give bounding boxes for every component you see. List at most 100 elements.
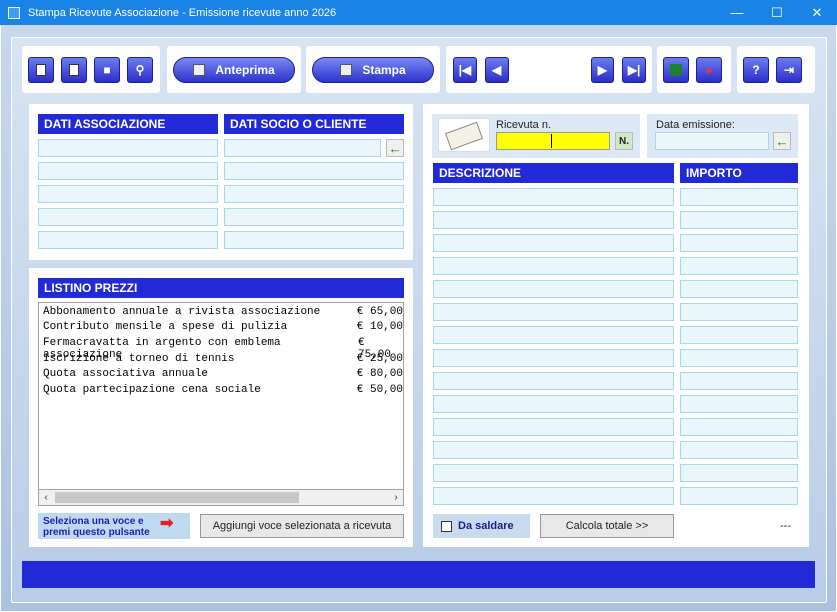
- list-item[interactable]: Quota partecipazione cena sociale € 50,00: [43, 384, 403, 399]
- list-item[interactable]: Contributo mensile a spese di pulizia € 1…: [43, 321, 403, 336]
- association-field[interactable]: [38, 139, 218, 157]
- new-icon[interactable]: [28, 56, 54, 83]
- to-pay-label: Da saldare: [458, 520, 514, 532]
- scroll-right-icon[interactable]: ›: [389, 490, 403, 505]
- next-record-icon[interactable]: ▶: [590, 56, 615, 83]
- hint-box: Seleziona una voce e premi questo pulsan…: [38, 513, 190, 539]
- description-field[interactable]: [433, 464, 674, 482]
- window-title: Stampa Ricevute Associazione - Emissione…: [28, 6, 337, 19]
- description-field[interactable]: [433, 257, 674, 275]
- excel-icon[interactable]: [663, 56, 689, 83]
- preview-button[interactable]: Anteprima: [173, 56, 295, 83]
- add-item-button[interactable]: Aggiungi voce selezionata a ricevuta: [200, 514, 404, 538]
- horizontal-scrollbar[interactable]: ‹ ›: [38, 489, 404, 506]
- to-pay-checkbox[interactable]: [441, 520, 452, 532]
- next-number-icon[interactable]: N.: [615, 132, 633, 150]
- scrollbar-thumb[interactable]: [55, 492, 299, 503]
- amount-field[interactable]: [680, 303, 798, 321]
- export-toolbar: ●: [657, 46, 731, 93]
- price-list-header: LISTINO PREZZI: [38, 278, 404, 298]
- member-field[interactable]: [224, 162, 404, 180]
- scroll-left-icon[interactable]: ‹: [39, 490, 53, 505]
- status-bar: [22, 561, 815, 588]
- text-cursor: [551, 134, 552, 148]
- nav-toolbar: |◀ ◀ ▶ ▶|: [446, 46, 652, 93]
- member-header: DATI SOCIO O CLIENTE: [224, 114, 404, 134]
- print-button[interactable]: Stampa: [312, 56, 434, 83]
- description-field[interactable]: [433, 234, 674, 252]
- save-icon[interactable]: ■: [94, 56, 120, 83]
- amount-header: IMPORTO: [680, 163, 798, 183]
- description-field[interactable]: [433, 487, 674, 505]
- tools-icon[interactable]: ●: [696, 56, 722, 83]
- description-field[interactable]: [433, 211, 674, 229]
- title-bar: Stampa Ricevute Associazione - Emissione…: [0, 0, 837, 25]
- to-pay-box: Da saldare: [433, 514, 530, 538]
- member-lookup-arrow-icon[interactable]: ←: [386, 139, 404, 157]
- exit-icon[interactable]: ⇥: [776, 56, 802, 83]
- receipt-number-label: Ricevuta n.: [496, 119, 552, 131]
- total-value: ---: [780, 520, 791, 532]
- member-field[interactable]: [224, 185, 404, 203]
- association-field[interactable]: [38, 231, 218, 249]
- receipt-number-input[interactable]: [496, 132, 610, 150]
- last-record-icon[interactable]: ▶|: [622, 56, 646, 83]
- member-field[interactable]: [224, 231, 404, 249]
- close-button[interactable]: ✕: [797, 0, 837, 25]
- amount-field[interactable]: [680, 464, 798, 482]
- maximize-button[interactable]: ☐: [757, 0, 797, 25]
- copy-icon[interactable]: [61, 56, 87, 83]
- help-toolbar: ? ⇥: [737, 46, 815, 93]
- price-list[interactable]: Abbonamento annuale a rivista associazio…: [38, 302, 404, 506]
- list-item[interactable]: Iscrizione a torneo di tennis € 25,00: [43, 353, 403, 368]
- amount-field[interactable]: [680, 257, 798, 275]
- amount-field[interactable]: [680, 188, 798, 206]
- amount-field[interactable]: [680, 280, 798, 298]
- app-icon: [8, 6, 20, 19]
- description-header: DESCRIZIONE: [433, 163, 674, 183]
- arrow-right-icon: ➡: [160, 515, 174, 532]
- description-field[interactable]: [433, 280, 674, 298]
- printer-icon: [340, 63, 353, 76]
- amount-field[interactable]: [680, 211, 798, 229]
- preview-group: Anteprima: [167, 46, 301, 93]
- amount-field[interactable]: [680, 234, 798, 252]
- member-field[interactable]: [224, 139, 381, 157]
- amount-field[interactable]: [680, 418, 798, 436]
- preview-icon: [193, 63, 206, 76]
- association-field[interactable]: [38, 162, 218, 180]
- help-icon[interactable]: ?: [743, 56, 769, 83]
- association-header: DATI ASSOCIAZIONE: [38, 114, 218, 134]
- description-field[interactable]: [433, 372, 674, 390]
- association-field[interactable]: [38, 208, 218, 226]
- first-record-icon[interactable]: |◀: [453, 56, 477, 83]
- previous-record-icon[interactable]: ◀: [484, 56, 509, 83]
- amount-field[interactable]: [680, 326, 798, 344]
- date-label: Data emissione:: [656, 119, 735, 131]
- search-icon[interactable]: ⚲: [127, 56, 153, 83]
- description-field[interactable]: [433, 395, 674, 413]
- amount-field[interactable]: [680, 372, 798, 390]
- amount-field[interactable]: [680, 395, 798, 413]
- amount-field[interactable]: [680, 487, 798, 505]
- member-field[interactable]: [224, 208, 404, 226]
- file-toolbar: ■ ⚲: [22, 46, 160, 93]
- print-group: Stampa: [306, 46, 440, 93]
- list-item[interactable]: Abbonamento annuale a rivista associazio…: [43, 306, 403, 321]
- amount-field[interactable]: [680, 349, 798, 367]
- calculate-total-button[interactable]: Calcola totale >>: [540, 514, 674, 538]
- list-item[interactable]: Fermacravatta in argento con emblema ass…: [43, 337, 403, 361]
- association-field[interactable]: [38, 185, 218, 203]
- amount-field[interactable]: [680, 441, 798, 459]
- list-item[interactable]: Quota associativa annuale € 80,00: [43, 368, 403, 383]
- notepad-icon: [438, 118, 490, 152]
- description-field[interactable]: [433, 349, 674, 367]
- description-field[interactable]: [433, 326, 674, 344]
- description-field[interactable]: [433, 441, 674, 459]
- date-input[interactable]: [655, 132, 769, 150]
- description-field[interactable]: [433, 418, 674, 436]
- date-arrow-icon[interactable]: ←: [773, 132, 791, 150]
- description-field[interactable]: [433, 303, 674, 321]
- description-field[interactable]: [433, 188, 674, 206]
- minimize-button[interactable]: —: [717, 0, 757, 25]
